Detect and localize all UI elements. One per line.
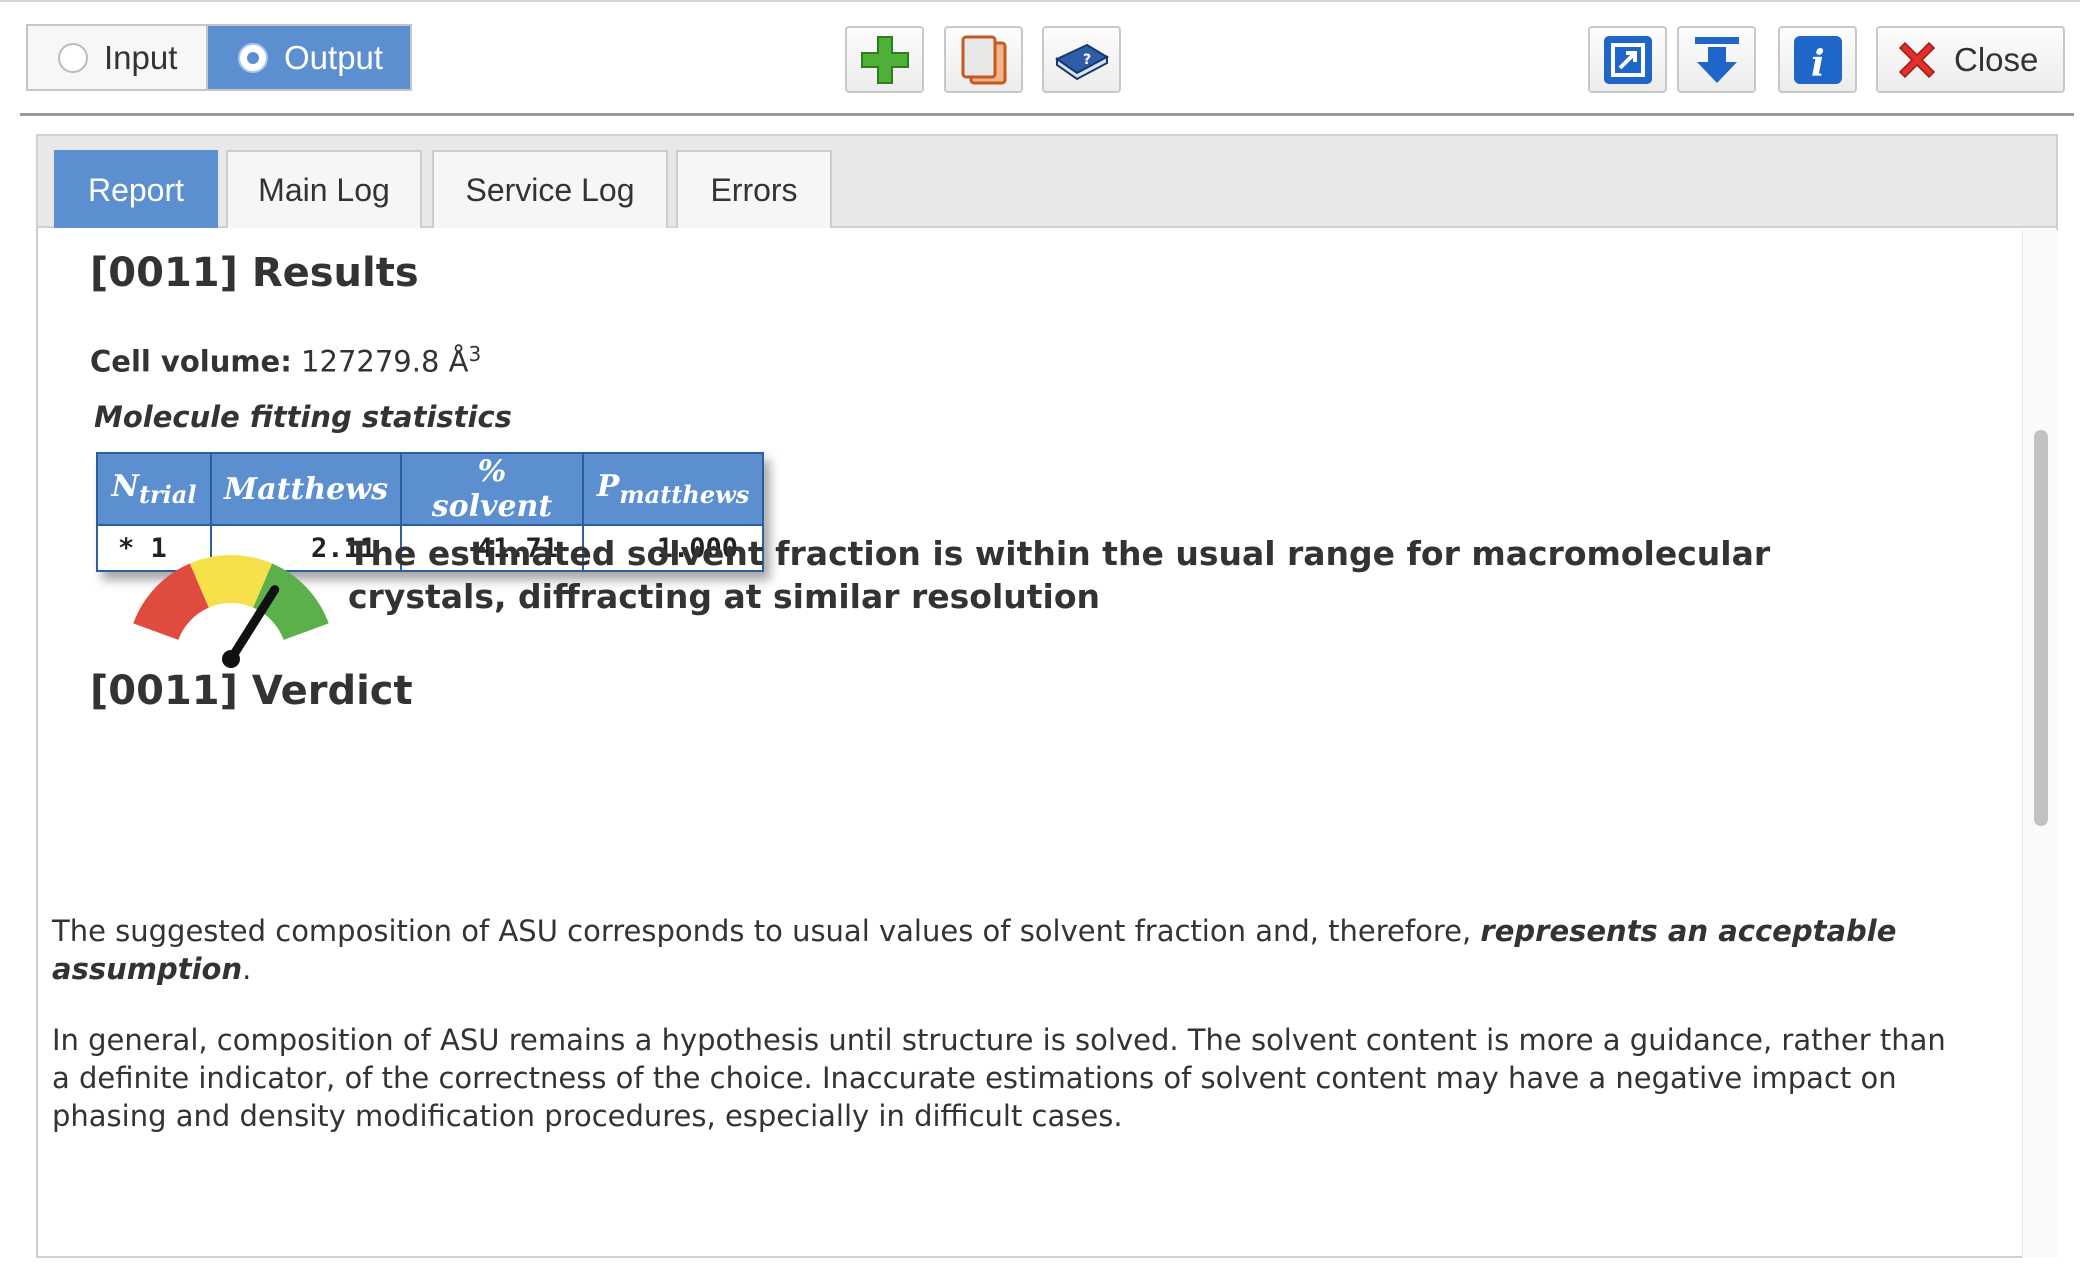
add-icon — [860, 35, 909, 84]
cell-volume-label: Cell volume: — [90, 344, 292, 379]
clone-icon — [961, 35, 1006, 84]
col-header-pmatthews: Pmatthews — [581, 452, 764, 526]
results-heading: [0011] Results — [90, 250, 419, 296]
help-button[interactable]: ? — [1042, 26, 1121, 93]
cell-volume-exponent: 3 — [468, 342, 482, 366]
verdict-paragraph-2: In general, composition of ASU remains a… — [52, 1023, 1946, 1133]
gauge-yellow-segment — [189, 555, 273, 608]
verdict-paragraph-1: The suggested composition of ASU corresp… — [52, 914, 1897, 986]
tab-service-log[interactable]: Service Log — [432, 150, 668, 228]
info-icon: i — [1793, 35, 1842, 85]
close-icon — [1898, 41, 1936, 78]
export-icon — [1603, 35, 1652, 84]
close-label: Close — [1954, 40, 2039, 78]
add-job-button[interactable] — [845, 26, 924, 93]
gauge-hub — [222, 650, 240, 668]
input-output-toggle: Input Output — [26, 24, 412, 91]
table-caption: Molecule fitting statistics — [94, 400, 512, 434]
col-header-matthews: Matthews — [210, 452, 402, 526]
gauge-red-segment — [133, 563, 210, 641]
radio-unchecked-icon — [58, 42, 88, 73]
help-book-icon: ? — [1054, 43, 1109, 80]
svg-text:?: ? — [1083, 52, 1091, 68]
download-icon — [1694, 36, 1739, 83]
export-button[interactable] — [1588, 26, 1667, 93]
toolbar-divider — [20, 113, 2074, 116]
table-header-row: Ntrial Matthews % solvent Pmatthews — [96, 452, 764, 526]
tab-main-log[interactable]: Main Log — [226, 150, 422, 228]
download-button[interactable] — [1677, 26, 1756, 93]
input-radio-label: Input — [104, 38, 178, 76]
verdict-message: The estimated solvent fraction is within… — [348, 534, 1771, 616]
solvent-gauge-icon — [133, 555, 329, 668]
input-radio-button[interactable]: Input — [28, 26, 208, 89]
col-header-solvent: % solvent — [399, 452, 584, 526]
vertical-scrollbar[interactable] — [2022, 230, 2058, 1258]
cell-volume-value: 127279.8 Å — [301, 344, 469, 379]
info-button[interactable]: i — [1778, 26, 1857, 93]
tab-errors[interactable]: Errors — [676, 150, 832, 228]
tab-report[interactable]: Report — [54, 150, 218, 228]
output-radio-button[interactable]: Output — [208, 26, 410, 89]
verdict-heading: [0011] Verdict — [90, 668, 413, 714]
close-button[interactable]: Close — [1876, 26, 2065, 93]
col-header-ntrial: Ntrial — [96, 452, 212, 526]
cell-volume: Cell volume: 127279.8 Å3 — [90, 342, 481, 379]
scrollbar-thumb[interactable] — [2034, 430, 2048, 826]
output-radio-label: Output — [284, 38, 384, 76]
top-toolbar: Input Output ? i Close — [0, 0, 2080, 118]
tab-bar: Report Main Log Service Log Errors — [38, 136, 2056, 228]
svg-text:i: i — [1811, 43, 1825, 85]
clone-job-button[interactable] — [944, 26, 1023, 93]
radio-checked-icon — [238, 42, 268, 73]
